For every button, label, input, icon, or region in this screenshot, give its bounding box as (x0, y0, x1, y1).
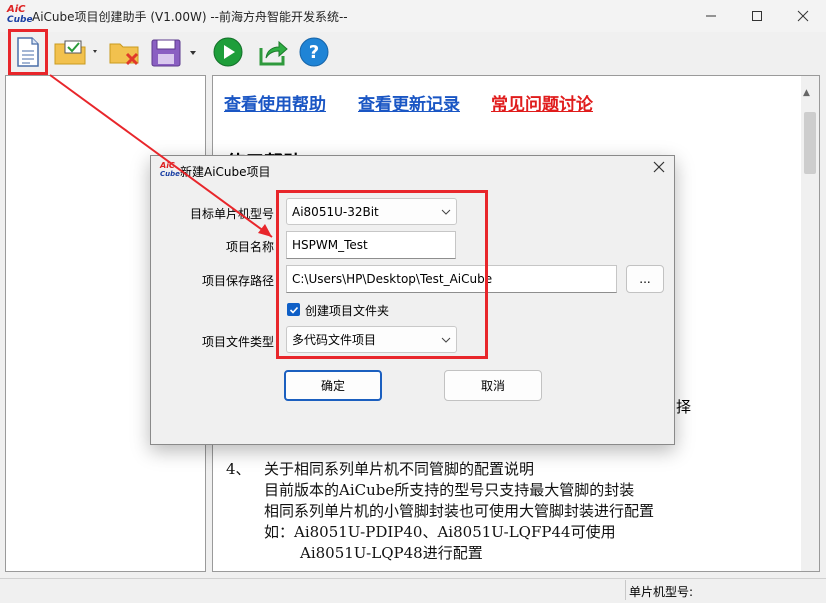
annotation-arrow (49, 74, 273, 238)
